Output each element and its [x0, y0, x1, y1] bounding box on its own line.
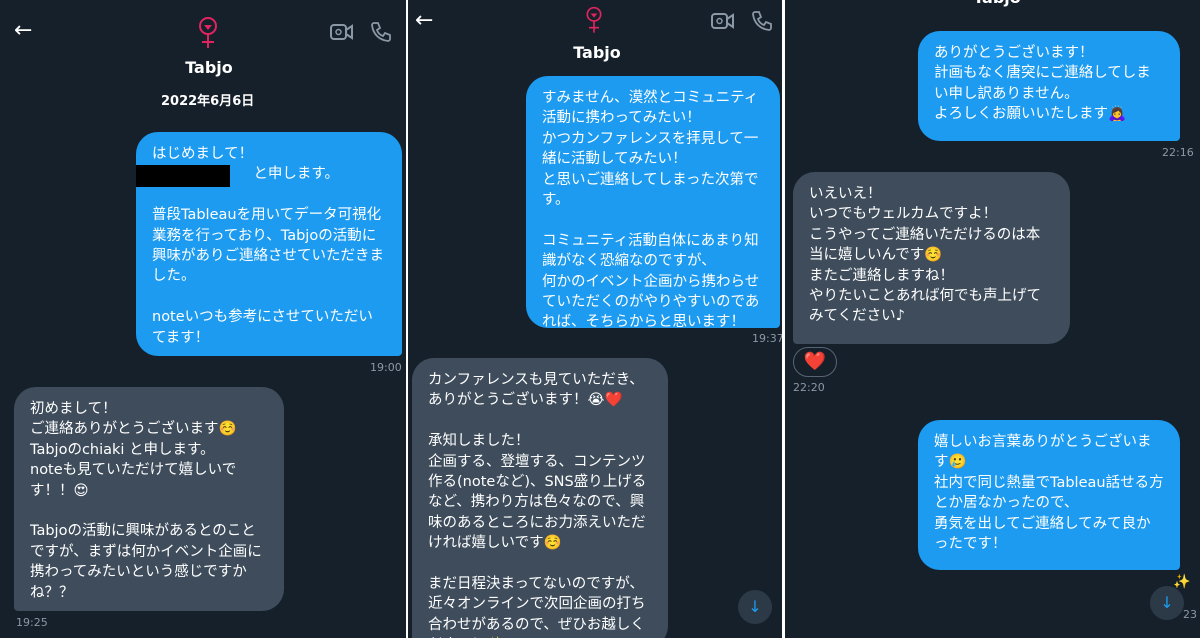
- outgoing-message[interactable]: すみません、漠然とコミュニティ活動に携わってみたい！ かつカンファレンスを拝見し…: [526, 76, 780, 330]
- back-icon[interactable]: ←: [14, 18, 32, 43]
- message-timestamp: 22:16: [1162, 146, 1194, 159]
- message-timestamp: 19:37: [752, 332, 782, 345]
- video-call-icon[interactable]: [711, 11, 735, 31]
- scroll-down-button[interactable]: ↓: [1150, 586, 1184, 620]
- contact-name: Tabjo: [185, 58, 233, 77]
- scroll-down-button[interactable]: ↓: [738, 590, 772, 624]
- back-icon[interactable]: ←: [415, 8, 433, 33]
- incoming-message[interactable]: いえいえ！ いつでもウェルカムですよ！ こうやってご連絡いただけるのは本当に嬉し…: [793, 172, 1070, 344]
- phone-call-icon[interactable]: [751, 10, 773, 32]
- outgoing-message[interactable]: ありがとうございます！ 計画もなく唐突にご連絡してしまい申し訳ありません。 よろ…: [918, 31, 1180, 141]
- contact-name: Tabjo: [937, 0, 1057, 7]
- incoming-message[interactable]: 初めまして！ ご連絡ありがとうございます☺️ Tabjoのchiaki と申しま…: [14, 387, 284, 611]
- phone-call-icon[interactable]: [370, 21, 392, 43]
- chat-panel-1: ← Tabjo 2022年6月6日 はじめまして！ と申します。 普段Table…: [0, 0, 406, 638]
- message-timestamp: 23: [1183, 608, 1197, 621]
- heart-reaction[interactable]: ❤️: [793, 347, 837, 377]
- video-call-icon[interactable]: [330, 22, 354, 42]
- tabjo-logo-icon: [199, 17, 217, 48]
- message-timestamp: 19:00: [370, 361, 402, 374]
- message-timestamp: 19:25: [16, 616, 48, 629]
- outgoing-message[interactable]: 嬉しいお言葉ありがとうございます🥲 社内で同じ熱量でTableau話せる方とか居…: [918, 420, 1180, 570]
- contact-name: Tabjo: [573, 43, 621, 62]
- conversation-date: 2022年6月6日: [161, 94, 255, 109]
- chat-panel-3: Tabjo ありがとうございます！ 計画もなく唐突にご連絡してしまい申し訳ありま…: [785, 0, 1200, 638]
- tabjo-logo-icon: [586, 6, 602, 33]
- chat-panel-2: ← Tabjo すみません、漠然とコミュニティ活動に携わってみたい！ かつカンフ…: [408, 0, 782, 638]
- redacted-name: [136, 165, 230, 187]
- incoming-message[interactable]: カンファレンスも見ていただき、ありがとうございます！😭❤️ 承知しました！ 企画…: [412, 358, 668, 638]
- message-timestamp: 22:20: [793, 381, 825, 394]
